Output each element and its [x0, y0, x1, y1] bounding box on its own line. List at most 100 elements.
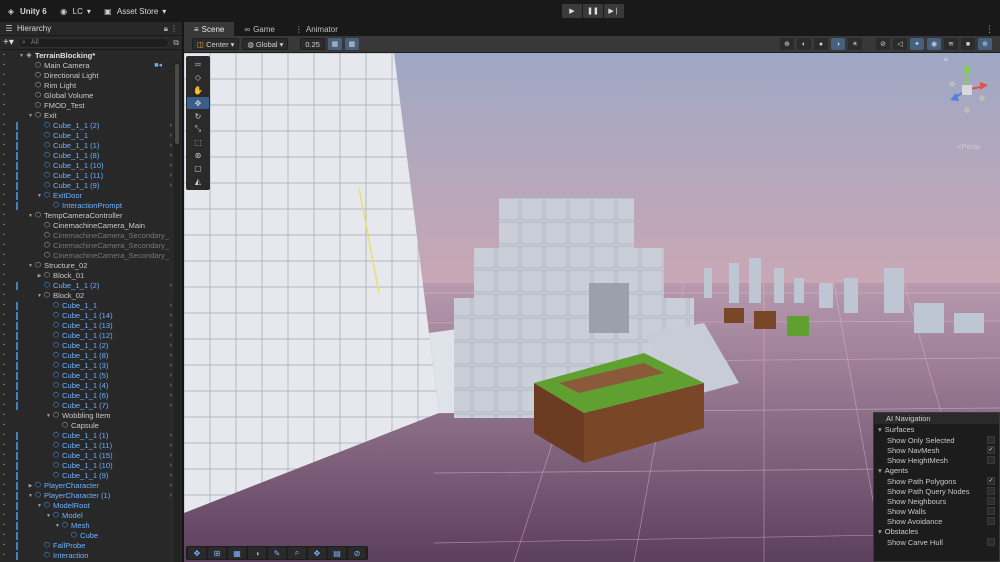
open-prefab-chevron-icon[interactable]: ›: [170, 151, 172, 161]
scene-more-icon[interactable]: ⋮: [979, 24, 1000, 35]
hierarchy-row[interactable]: ◔ ▶ ⬡ Block_01: [0, 271, 172, 281]
hierarchy-row[interactable]: ◔ ⬡ Cube_1_1 (12) ›: [0, 331, 172, 341]
pivot-rotation-dropdown[interactable]: ◍ Global ▾: [242, 38, 289, 50]
hierarchy-row[interactable]: ◔ ⬡ Cube_1_1 (2) ›: [0, 281, 172, 291]
hierarchy-row[interactable]: ◔ ⬡ Cube_1_1 (3) ›: [0, 361, 172, 371]
hierarchy-row[interactable]: ◔ ⬡ Cube_1_1 (5) ›: [0, 371, 172, 381]
hierarchy-row[interactable]: ◔ ▼ ⬡ Exit: [0, 111, 172, 121]
visibility-eye-icon[interactable]: ◔: [1, 181, 9, 191]
scene-globe-button[interactable]: ⊕: [780, 38, 794, 50]
unity-product-menu[interactable]: ◈ Unity 6: [0, 0, 53, 22]
hierarchy-row[interactable]: ◔ ⬡ CinemachineCamera_Secondary_: [0, 231, 172, 241]
visibility-eye-icon[interactable]: ◔: [1, 161, 9, 171]
ai-option-checkbox[interactable]: [987, 456, 995, 464]
snap-value-field[interactable]: 0.25: [300, 38, 325, 50]
open-prefab-chevron-icon[interactable]: ›: [170, 341, 172, 351]
visibility-eye-icon[interactable]: ◔: [1, 131, 9, 141]
open-prefab-chevron-icon[interactable]: ›: [170, 371, 172, 381]
hierarchy-row[interactable]: ◔ ⬡ CinemachineCamera_Secondary_: [0, 251, 172, 261]
visibility-eye-icon[interactable]: ◔: [1, 91, 9, 101]
open-prefab-chevron-icon[interactable]: ›: [170, 351, 172, 361]
visibility-eye-icon[interactable]: ◔: [1, 401, 9, 411]
visibility-eye-icon[interactable]: ◔: [1, 141, 9, 151]
hierarchy-row[interactable]: ◔ ⬡ Cube_1_1 (10) ›: [0, 461, 172, 471]
paint-overlay-button[interactable]: ✎: [268, 547, 286, 559]
tool-palette-handle[interactable]: ═: [187, 58, 209, 70]
expand-down-icon[interactable]: ▼: [27, 111, 34, 121]
move-tool-button[interactable]: ✥: [187, 97, 209, 109]
expand-right-icon[interactable]: ▶: [36, 271, 43, 281]
open-prefab-chevron-icon[interactable]: ›: [170, 311, 172, 321]
layout-overlay-button[interactable]: ▤: [328, 547, 346, 559]
visibility-eye-icon[interactable]: ◔: [1, 71, 9, 81]
view-tool-button[interactable]: ◇: [187, 71, 209, 83]
hierarchy-search-input[interactable]: ⌕ All: [17, 37, 170, 48]
visibility-eye-icon[interactable]: ◔: [1, 311, 9, 321]
hierarchy-row[interactable]: ◔ ▶ ⬡ PlayerCharacter ›: [0, 481, 172, 491]
expand-down-icon[interactable]: ▼: [54, 521, 61, 531]
visibility-eye-icon[interactable]: ◔: [1, 321, 9, 331]
shading-wireframe-button[interactable]: ◐: [797, 38, 811, 50]
visibility-eye-icon[interactable]: ◔: [1, 81, 9, 91]
visibility-eye-icon[interactable]: ◔: [1, 151, 9, 161]
snap-increment-button[interactable]: ▦: [327, 38, 342, 50]
open-prefab-chevron-icon[interactable]: ›: [170, 481, 172, 491]
expand-down-icon[interactable]: ▼: [18, 51, 25, 61]
ai-section-header[interactable]: ▾ Surfaces: [874, 424, 999, 435]
pivot-overlay-button[interactable]: ✥: [308, 547, 326, 559]
visibility-eye-icon[interactable]: ◔: [1, 431, 9, 441]
expand-right-icon[interactable]: ▶: [27, 481, 34, 491]
ai-section-header[interactable]: ▾ Agents: [874, 465, 999, 476]
visibility-eye-icon[interactable]: ◔: [1, 541, 9, 551]
ai-option-checkbox[interactable]: [987, 497, 995, 505]
hierarchy-row[interactable]: ◔ ⬡ Cube_1_1 (2) ›: [0, 121, 172, 131]
visibility-eye-icon[interactable]: ◔: [1, 61, 9, 71]
ai-option-checkbox[interactable]: [987, 487, 995, 495]
hierarchy-scrollbar[interactable]: [174, 62, 180, 562]
hierarchy-row[interactable]: ◔ ⬡ Interaction: [0, 551, 172, 561]
hierarchy-row[interactable]: ◔ ⬡ Cube_1_1 (11) ›: [0, 171, 172, 181]
visibility-eye-icon[interactable]: ◔: [1, 221, 9, 231]
visibility-eye-icon[interactable]: ◔: [1, 281, 9, 291]
hierarchy-row[interactable]: ◔ ⬡ Directional Light: [0, 71, 172, 81]
open-prefab-chevron-icon[interactable]: ›: [170, 401, 172, 411]
hierarchy-row[interactable]: ◔ ⬡ Cube_1_1 (9) ›: [0, 471, 172, 481]
open-prefab-chevron-icon[interactable]: ›: [170, 131, 172, 141]
filter-icon[interactable]: ⧉: [173, 38, 179, 48]
open-prefab-chevron-icon[interactable]: ›: [170, 281, 172, 291]
gizmos-button[interactable]: ⊕: [978, 38, 992, 50]
hierarchy-row[interactable]: ◔ ▼ ⬡ PlayerCharacter (1) ›: [0, 491, 172, 501]
expand-down-icon[interactable]: ▼: [27, 211, 34, 221]
orientation-gizmo[interactable]: [942, 58, 992, 128]
hierarchy-row[interactable]: ◔ ⬡ Capsule: [0, 421, 172, 431]
tab-game[interactable]: ∞ Game: [234, 22, 285, 36]
visibility-eye-icon[interactable]: ◔: [1, 251, 9, 261]
audio-toggle-button[interactable]: ◁: [893, 38, 907, 50]
visibility-eye-icon[interactable]: ◔: [1, 551, 9, 561]
open-prefab-chevron-icon[interactable]: ›: [170, 331, 172, 341]
projection-label[interactable]: ≺Persp: [956, 143, 980, 151]
scroll-thumb[interactable]: [175, 64, 179, 144]
hierarchy-row[interactable]: ◔ ⬡ Cube: [0, 531, 172, 541]
visibility-eye-icon[interactable]: ◔: [1, 291, 9, 301]
tiles-overlay-button[interactable]: ▦: [228, 547, 246, 559]
visibility-eye-icon[interactable]: ◔: [1, 391, 9, 401]
ai-option-checkbox[interactable]: ✓: [987, 446, 995, 454]
hierarchy-row[interactable]: ◔ ▼ ⬡ Structure_02: [0, 261, 172, 271]
open-prefab-chevron-icon[interactable]: ›: [170, 431, 172, 441]
navmesh-overlay-button[interactable]: ✥: [188, 547, 206, 559]
visibility-eye-icon[interactable]: ◔: [1, 531, 9, 541]
visibility-eye-icon[interactable]: ◔: [1, 241, 9, 251]
shading-solid-button[interactable]: ●: [814, 38, 828, 50]
lock-icon[interactable]: 🔒︎: [164, 24, 168, 34]
open-prefab-chevron-icon[interactable]: ›: [170, 141, 172, 151]
hierarchy-row[interactable]: ◔ ⬡ Rim Light: [0, 81, 172, 91]
hierarchy-row[interactable]: ◔ ⬡ Cube_1_1 (7) ›: [0, 401, 172, 411]
hierarchy-row[interactable]: ◔ ⬡ Global Volume: [0, 91, 172, 101]
open-prefab-chevron-icon[interactable]: ›: [170, 361, 172, 371]
expand-down-icon[interactable]: ▼: [36, 501, 43, 511]
add-icon[interactable]: +▾: [3, 37, 14, 48]
scene-menu-icon[interactable]: ≡: [943, 55, 948, 64]
visibility-eye-icon[interactable]: ◔: [1, 491, 9, 501]
hierarchy-row[interactable]: ◔ ⬡ InteractionPrompt: [0, 201, 172, 211]
